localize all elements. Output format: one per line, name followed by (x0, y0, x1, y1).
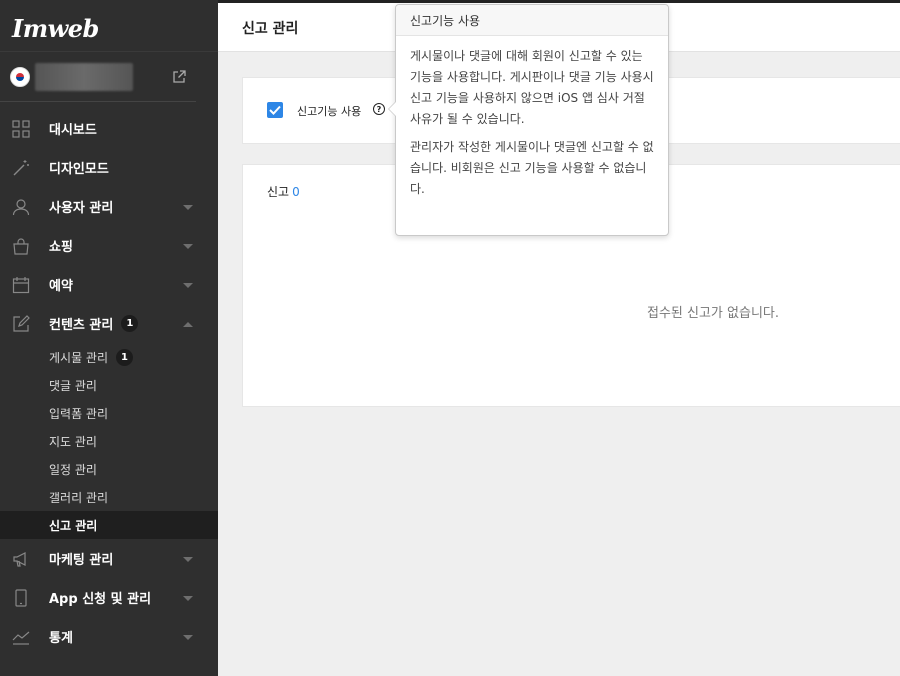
sidebar-item-label: 대시보드 (49, 123, 97, 138)
sidebar-item-label: 컨텐츠 관리 (49, 318, 114, 333)
user-icon (12, 198, 30, 216)
logo[interactable]: Imweb (0, 0, 218, 52)
tooltip-body: 게시물이나 댓글에 대해 회원이 신고할 수 있는 기능을 사용합니다. 게시판… (396, 36, 668, 210)
chart-line-icon (12, 628, 30, 646)
sidebar-item-marketing[interactable]: 마케팅 관리 (0, 539, 218, 578)
calendar-icon (12, 276, 30, 294)
sidebar-item-shopping[interactable]: 쇼핑 (0, 226, 218, 265)
submenu-item-maps[interactable]: 지도 관리 (0, 427, 218, 455)
help-tooltip: 신고기능 사용 게시물이나 댓글에 대해 회원이 신고할 수 있는 기능을 사용… (388, 4, 669, 236)
submenu-item-label: 지도 관리 (49, 434, 97, 449)
sidebar: Imweb 대시보드 디자인모드 사용자 관리 쇼핑 예약 컨텐츠 관리 1 게… (0, 0, 218, 676)
chevron-down-icon (183, 556, 193, 562)
reports-title: 신고 (267, 185, 290, 199)
sidebar-item-statistics[interactable]: 통계 (0, 617, 218, 656)
shopping-bag-icon (12, 237, 30, 255)
chevron-down-icon (183, 282, 193, 288)
submenu-item-gallery[interactable]: 갤러리 관리 (0, 483, 218, 511)
enable-report-checkbox[interactable] (267, 102, 283, 118)
sidebar-item-label: 마케팅 관리 (49, 553, 114, 568)
korea-flag-icon[interactable] (10, 66, 30, 87)
sidebar-item-label: 디자인모드 (49, 162, 109, 177)
chevron-down-icon (183, 243, 193, 249)
magic-wand-icon (12, 159, 30, 177)
sidebar-item-app[interactable]: App 신청 및 관리 (0, 578, 218, 617)
sidebar-item-label: App 신청 및 관리 (49, 592, 152, 607)
sidebar-item-label: 쇼핑 (49, 240, 73, 255)
sidebar-menu: 대시보드 디자인모드 사용자 관리 쇼핑 예약 컨텐츠 관리 1 (0, 109, 218, 343)
submenu-item-comments[interactable]: 댓글 관리 (0, 371, 218, 399)
tooltip-title: 신고기능 사용 (396, 5, 668, 36)
site-name-blurred (35, 62, 133, 91)
site-selector (0, 52, 196, 102)
chevron-down-icon (183, 595, 193, 601)
submenu-item-forms[interactable]: 입력폼 관리 (0, 399, 218, 427)
sidebar-menu-lower: 마케팅 관리 App 신청 및 관리 통계 (0, 539, 218, 656)
tooltip-paragraph: 관리자가 작성한 게시물이나 댓글엔 신고할 수 없습니다. 비회원은 신고 기… (410, 140, 654, 196)
sidebar-item-dashboard[interactable]: 대시보드 (0, 109, 218, 148)
help-icon[interactable]: ? (373, 103, 385, 115)
edit-icon (12, 314, 30, 333)
sidebar-item-reservation[interactable]: 예약 (0, 265, 218, 304)
sidebar-item-design-mode[interactable]: 디자인모드 (0, 148, 218, 187)
notification-badge: 1 (116, 348, 134, 366)
submenu-item-reports[interactable]: 신고 관리 (0, 511, 218, 539)
sidebar-item-label: 통계 (49, 631, 73, 646)
sidebar-item-users[interactable]: 사용자 관리 (0, 187, 218, 226)
submenu-item-label: 댓글 관리 (49, 378, 97, 393)
chevron-down-icon (183, 204, 193, 210)
submenu-item-label: 일정 관리 (49, 462, 97, 477)
tooltip-paragraph: 게시물이나 댓글에 대해 회원이 신고할 수 있는 기능을 사용합니다. 게시판… (410, 49, 654, 126)
chevron-up-icon (183, 321, 193, 327)
dashboard-icon (12, 119, 30, 138)
submenu-item-posts[interactable]: 게시물 관리 1 (0, 343, 218, 371)
page-title: 신고 관리 (242, 21, 299, 37)
sidebar-item-label: 사용자 관리 (49, 201, 114, 216)
submenu-item-schedule[interactable]: 일정 관리 (0, 455, 218, 483)
submenu-item-label: 게시물 관리 (49, 350, 109, 365)
content-submenu: 게시물 관리 1 댓글 관리 입력폼 관리 지도 관리 일정 관리 갤러리 관리… (0, 343, 218, 539)
empty-state-message: 접수된 신고가 없습니다. (647, 306, 779, 321)
reports-count: 0 (292, 185, 300, 199)
notification-badge: 1 (121, 315, 139, 332)
submenu-item-label: 갤러리 관리 (49, 490, 109, 505)
mobile-icon (12, 588, 30, 607)
submenu-item-label: 입력폼 관리 (49, 406, 109, 421)
reports-heading: 신고 0 (267, 183, 300, 200)
chevron-down-icon (183, 634, 193, 640)
sidebar-item-label: 예약 (49, 279, 73, 294)
sidebar-item-content-management[interactable]: 컨텐츠 관리 1 (0, 304, 218, 343)
external-link-icon[interactable] (172, 69, 186, 84)
logo-text: Imweb (12, 14, 99, 43)
megaphone-icon (12, 550, 30, 568)
checkbox-label[interactable]: 신고기능 사용 (297, 103, 361, 119)
submenu-item-label: 신고 관리 (49, 518, 98, 533)
